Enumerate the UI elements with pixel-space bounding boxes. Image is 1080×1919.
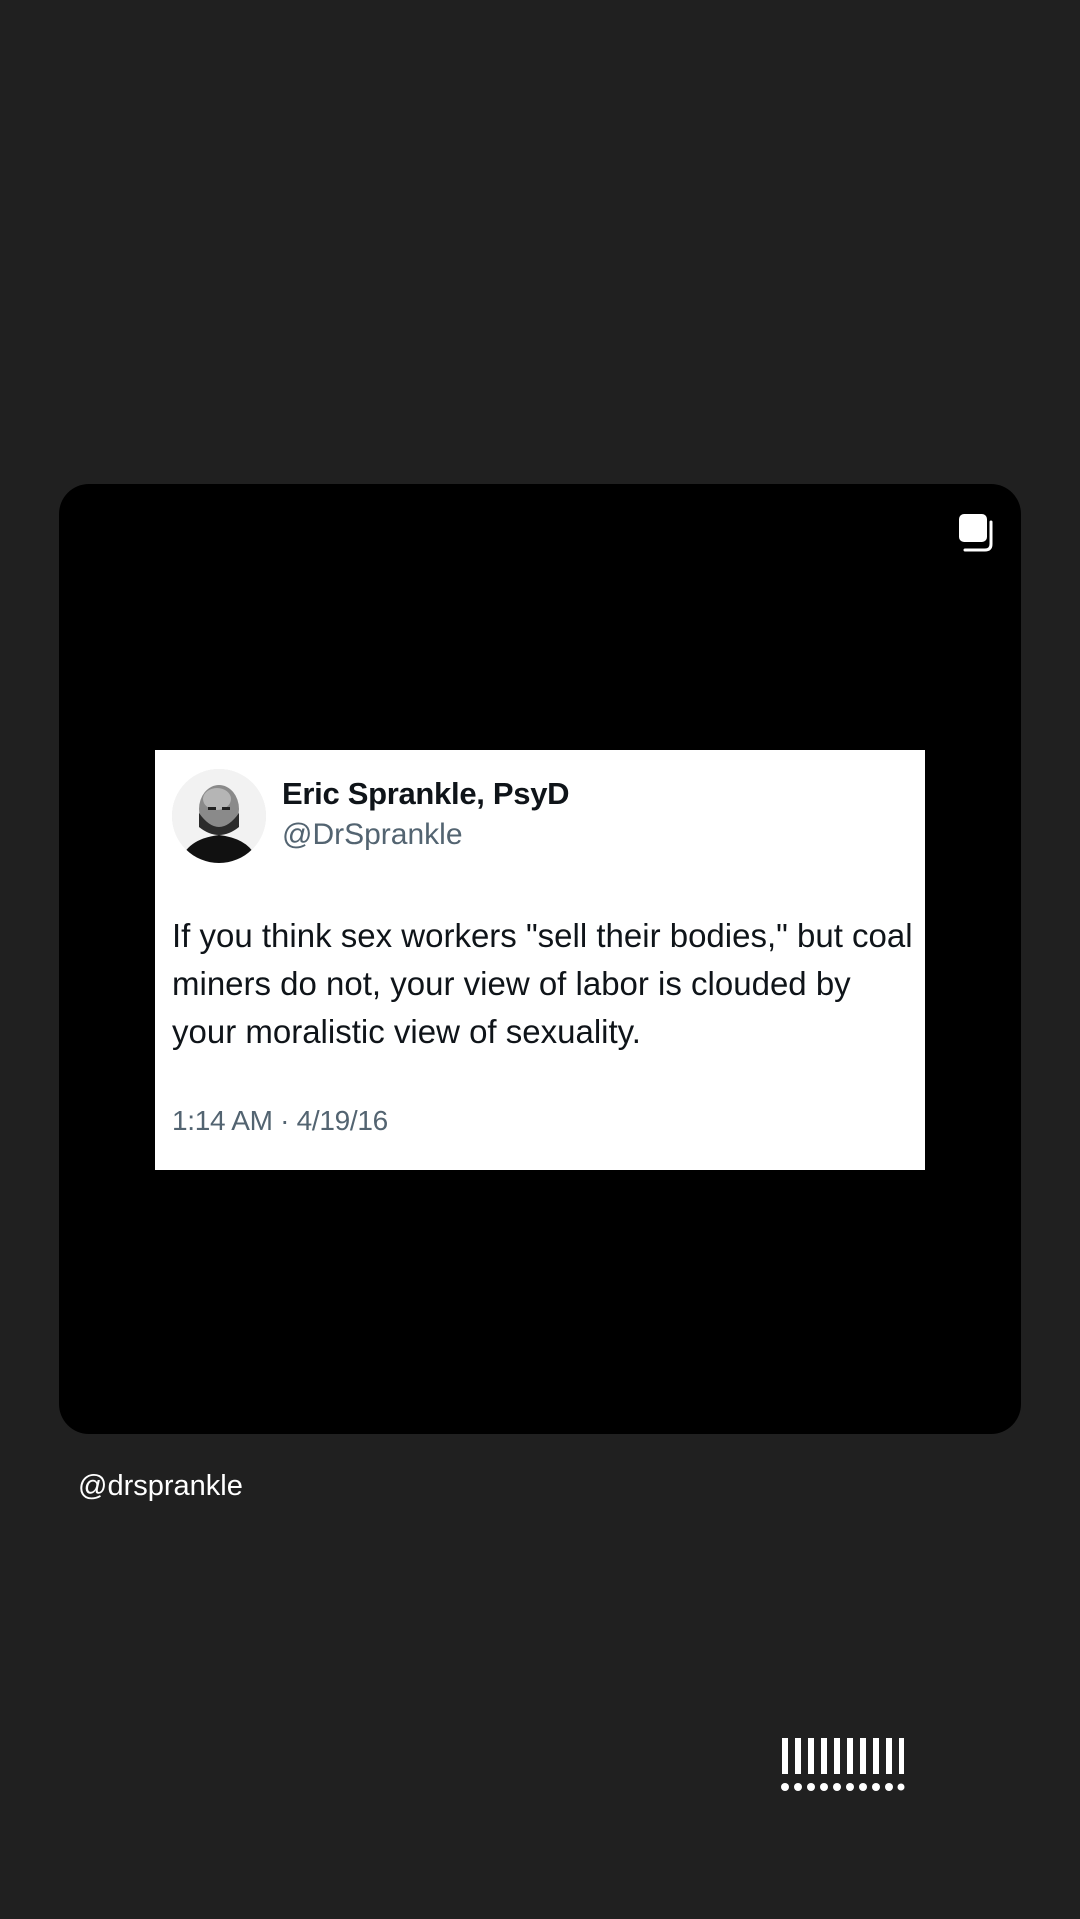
tweet-text: If you think sex workers "sell their bod…: [172, 917, 913, 1050]
carousel-stack-icon: [959, 514, 993, 552]
tweet-screenshot: Eric Sprankle, PsyD @DrSprankle If you t…: [155, 750, 925, 1170]
profile-photo-icon: [172, 769, 266, 863]
avatar: [172, 769, 266, 863]
tweet-author-handle: @DrSprankle: [282, 818, 463, 851]
post-card[interactable]: Eric Sprankle, PsyD @DrSprankle If you t…: [59, 484, 1021, 1434]
story-screen: Eric Sprankle, PsyD @DrSprankle If you t…: [0, 0, 1080, 1919]
exclamation-dots-logo-icon: [781, 1738, 905, 1791]
tweet-author-name: Eric Sprankle, PsyD: [282, 776, 570, 811]
tweet-timestamp: 1:14 AM · 4/19/16: [172, 1105, 388, 1136]
account-handle-link[interactable]: @drsprankle: [78, 1470, 243, 1503]
